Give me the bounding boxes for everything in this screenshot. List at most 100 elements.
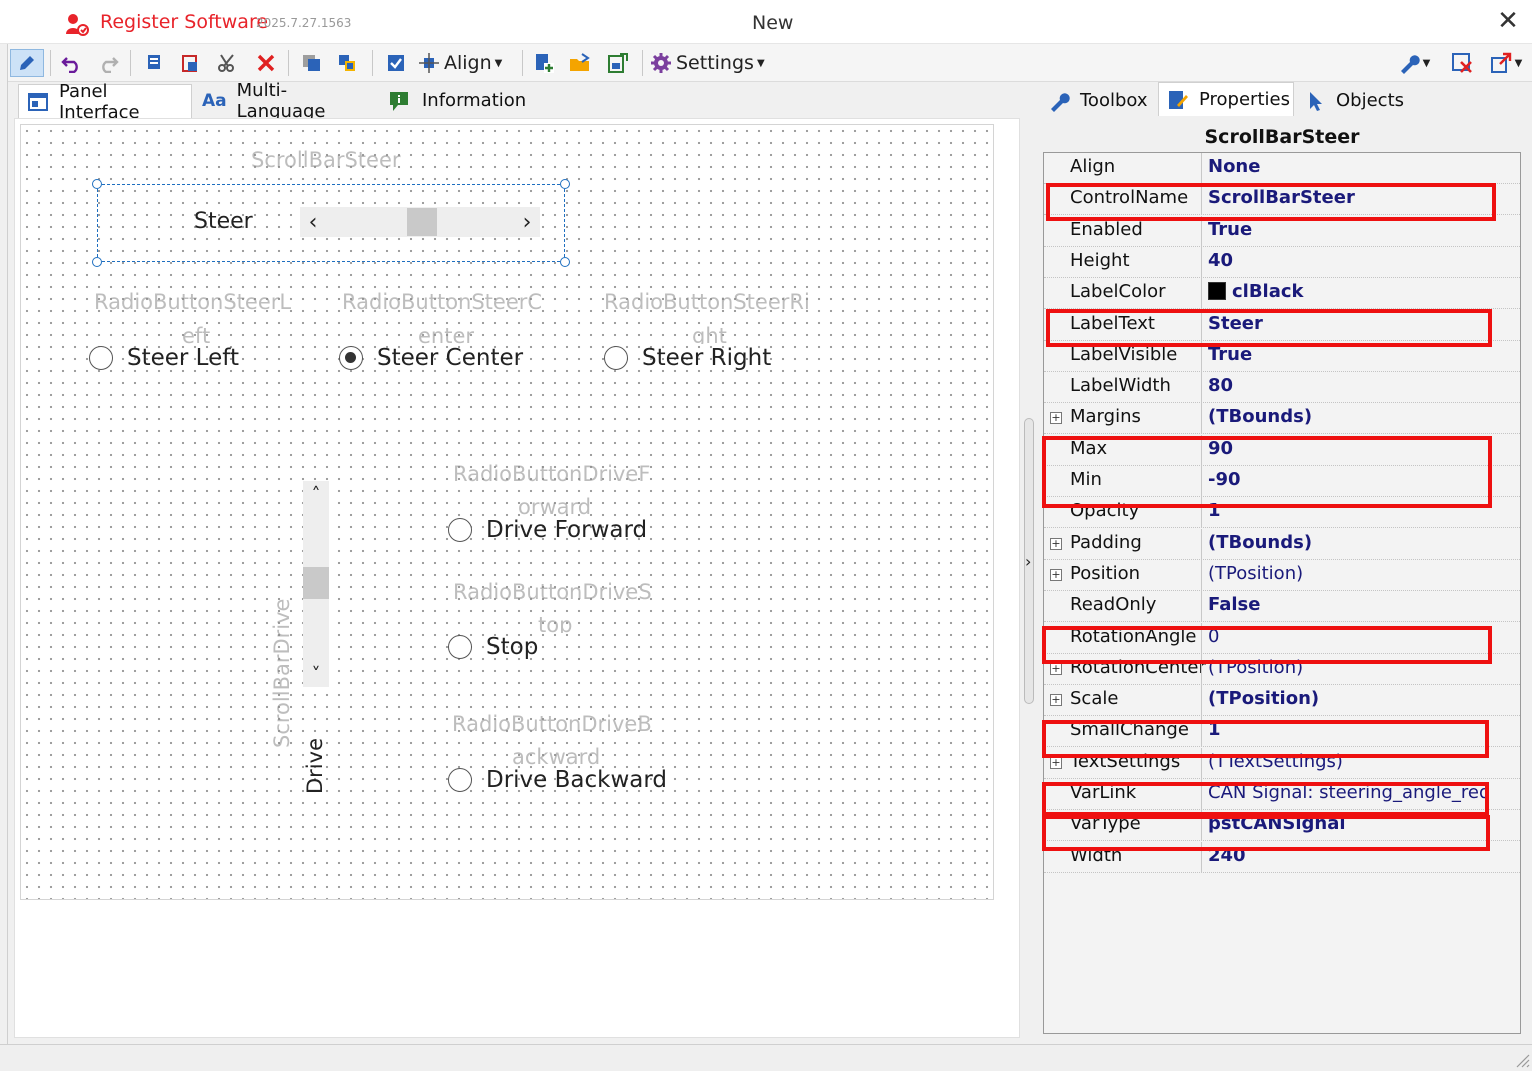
radio-circle[interactable] (448, 768, 472, 792)
property-name: Height (1070, 250, 1130, 271)
radio-steer-left[interactable]: Steer Left (89, 345, 239, 371)
radio-label: Steer Right (642, 345, 772, 371)
resize-handle[interactable] (92, 257, 102, 267)
align-dropdown[interactable]: Align ▼ (418, 49, 514, 77)
expand-plus-icon[interactable]: + (1050, 694, 1062, 706)
tab-information[interactable]: Information (380, 84, 530, 117)
property-value[interactable]: None (1208, 156, 1260, 177)
radio-label: Steer Center (377, 345, 524, 371)
copy-icon (148, 55, 160, 69)
radio-steer-center[interactable]: Steer Center (339, 345, 523, 371)
scroll-right-arrow-icon[interactable]: › (514, 207, 540, 237)
resize-handle[interactable] (560, 257, 570, 267)
property-value[interactable]: True (1208, 219, 1252, 240)
main-toolbar: Align ▼ Settings ▼ ▼ ▼ (0, 44, 1532, 82)
property-row-labelwidth[interactable]: LabelWidth 80 (1044, 372, 1520, 403)
paste-button[interactable] (176, 49, 204, 77)
property-value[interactable]: (TPosition) (1208, 563, 1303, 584)
radio-steer-right[interactable]: Steer Right (604, 345, 771, 371)
expand-plus-icon[interactable]: + (1050, 757, 1062, 769)
tab-properties[interactable]: Properties (1158, 82, 1294, 116)
radio-circle[interactable] (448, 518, 472, 542)
column-divider (1201, 685, 1202, 716)
delete-button[interactable] (252, 49, 280, 77)
edit-mode-button[interactable] (10, 49, 44, 77)
property-value[interactable]: (TBounds) (1208, 532, 1312, 553)
property-row-padding[interactable]: + Padding (TBounds) (1044, 529, 1520, 560)
undo-button[interactable] (58, 49, 86, 77)
property-row-readonly[interactable]: ReadOnly False (1044, 591, 1520, 622)
scrollbar-drive[interactable]: ˄ ˅ (303, 481, 329, 687)
save-button[interactable] (604, 49, 632, 77)
radio-circle-checked[interactable] (339, 346, 363, 370)
component-name-radio-drive-stop-wrap: top (538, 613, 573, 633)
radio-drive-stop[interactable]: Stop (448, 634, 538, 660)
property-value[interactable]: True (1208, 344, 1252, 365)
annotation-highlight-box (1042, 815, 1490, 851)
scroll-left-arrow-icon[interactable]: ‹ (300, 207, 326, 237)
add-component-button[interactable] (530, 49, 558, 77)
copy-button[interactable] (140, 49, 168, 77)
component-name-radio-steer-right: RadioButtonSteerRi (604, 290, 810, 314)
tab-panel-interface[interactable]: Panel Interface (18, 81, 192, 123)
wrench-icon (1400, 55, 1420, 74)
close-panel-button[interactable] (1448, 49, 1476, 77)
property-value[interactable]: (TPosition) (1208, 688, 1319, 709)
open-folder-button[interactable] (566, 49, 594, 77)
scroll-up-arrow-icon[interactable]: ˄ (303, 481, 329, 507)
radio-drive-backward[interactable]: Drive Backward (448, 767, 667, 793)
send-to-back-button[interactable] (334, 49, 362, 77)
property-name: Position (1070, 563, 1141, 584)
settings-dropdown[interactable]: Settings ▼ (650, 49, 766, 77)
expand-plus-icon[interactable]: + (1050, 538, 1062, 550)
property-value[interactable]: (TBounds) (1208, 406, 1312, 427)
property-row-align[interactable]: Align None (1044, 153, 1520, 184)
radio-drive-forward[interactable]: Drive Forward (448, 517, 647, 543)
export-dropdown[interactable]: ▼ (1486, 49, 1526, 77)
expand-plus-icon[interactable]: + (1050, 663, 1062, 675)
radio-circle[interactable] (448, 635, 472, 659)
property-grid: Align None ControlName ScrollBarSteer Enable… (1043, 152, 1521, 1034)
scrollbar-steer[interactable]: ‹ › (300, 207, 540, 237)
chevron-right-icon[interactable]: › (1025, 552, 1031, 571)
property-row-margins[interactable]: + Margins (TBounds) (1044, 403, 1520, 434)
property-value[interactable]: False (1208, 594, 1260, 615)
status-bar (0, 1044, 1532, 1071)
properties-icon (1169, 90, 1188, 109)
property-row-height[interactable]: Height 40 (1044, 247, 1520, 278)
resize-grip-icon[interactable] (1512, 1050, 1530, 1068)
resize-handle[interactable] (560, 179, 570, 189)
component-name-radio-drive-forward: RadioButtonDriveF (453, 462, 651, 486)
expand-plus-icon[interactable]: + (1050, 412, 1062, 424)
property-value[interactable]: clBlack (1208, 281, 1304, 302)
resize-handle[interactable] (92, 179, 102, 189)
folder-icon (570, 53, 590, 71)
panel-icon (28, 92, 48, 111)
toolbar-separator (50, 50, 51, 76)
property-row-scale[interactable]: + Scale (TPosition) (1044, 685, 1520, 716)
tab-multi-language[interactable]: Aa Multi-Language (194, 80, 374, 122)
select-all-button[interactable] (382, 49, 410, 77)
scroll-down-arrow-icon[interactable]: ˅ (303, 661, 329, 687)
scrollbar-thumb[interactable] (407, 208, 437, 236)
tools-dropdown[interactable]: ▼ (1394, 49, 1434, 77)
align-label: Align (444, 52, 492, 74)
chevron-down-icon: ▼ (494, 57, 503, 69)
expand-plus-icon[interactable]: + (1050, 569, 1062, 581)
component-name-radio-steer-left-wrap: eft (182, 324, 211, 344)
property-row-labelcolor[interactable]: LabelColor clBlack (1044, 278, 1520, 309)
radio-circle[interactable] (89, 346, 113, 370)
property-value[interactable]: 40 (1208, 250, 1233, 271)
tab-toolbox[interactable]: Toolbox (1040, 84, 1156, 117)
property-row-position[interactable]: + Position (TPosition) (1044, 560, 1520, 591)
scrollbar-thumb[interactable] (303, 567, 329, 599)
property-value[interactable]: 80 (1208, 375, 1233, 396)
cut-button[interactable] (214, 49, 242, 77)
tab-objects[interactable]: Objects (1298, 84, 1408, 117)
redo-button[interactable] (94, 49, 122, 77)
property-name: Enabled (1070, 219, 1143, 240)
bring-to-front-button[interactable] (298, 49, 326, 77)
radio-circle[interactable] (604, 346, 628, 370)
close-window-button[interactable]: ✕ (1494, 6, 1522, 36)
scissors-icon (218, 54, 234, 72)
